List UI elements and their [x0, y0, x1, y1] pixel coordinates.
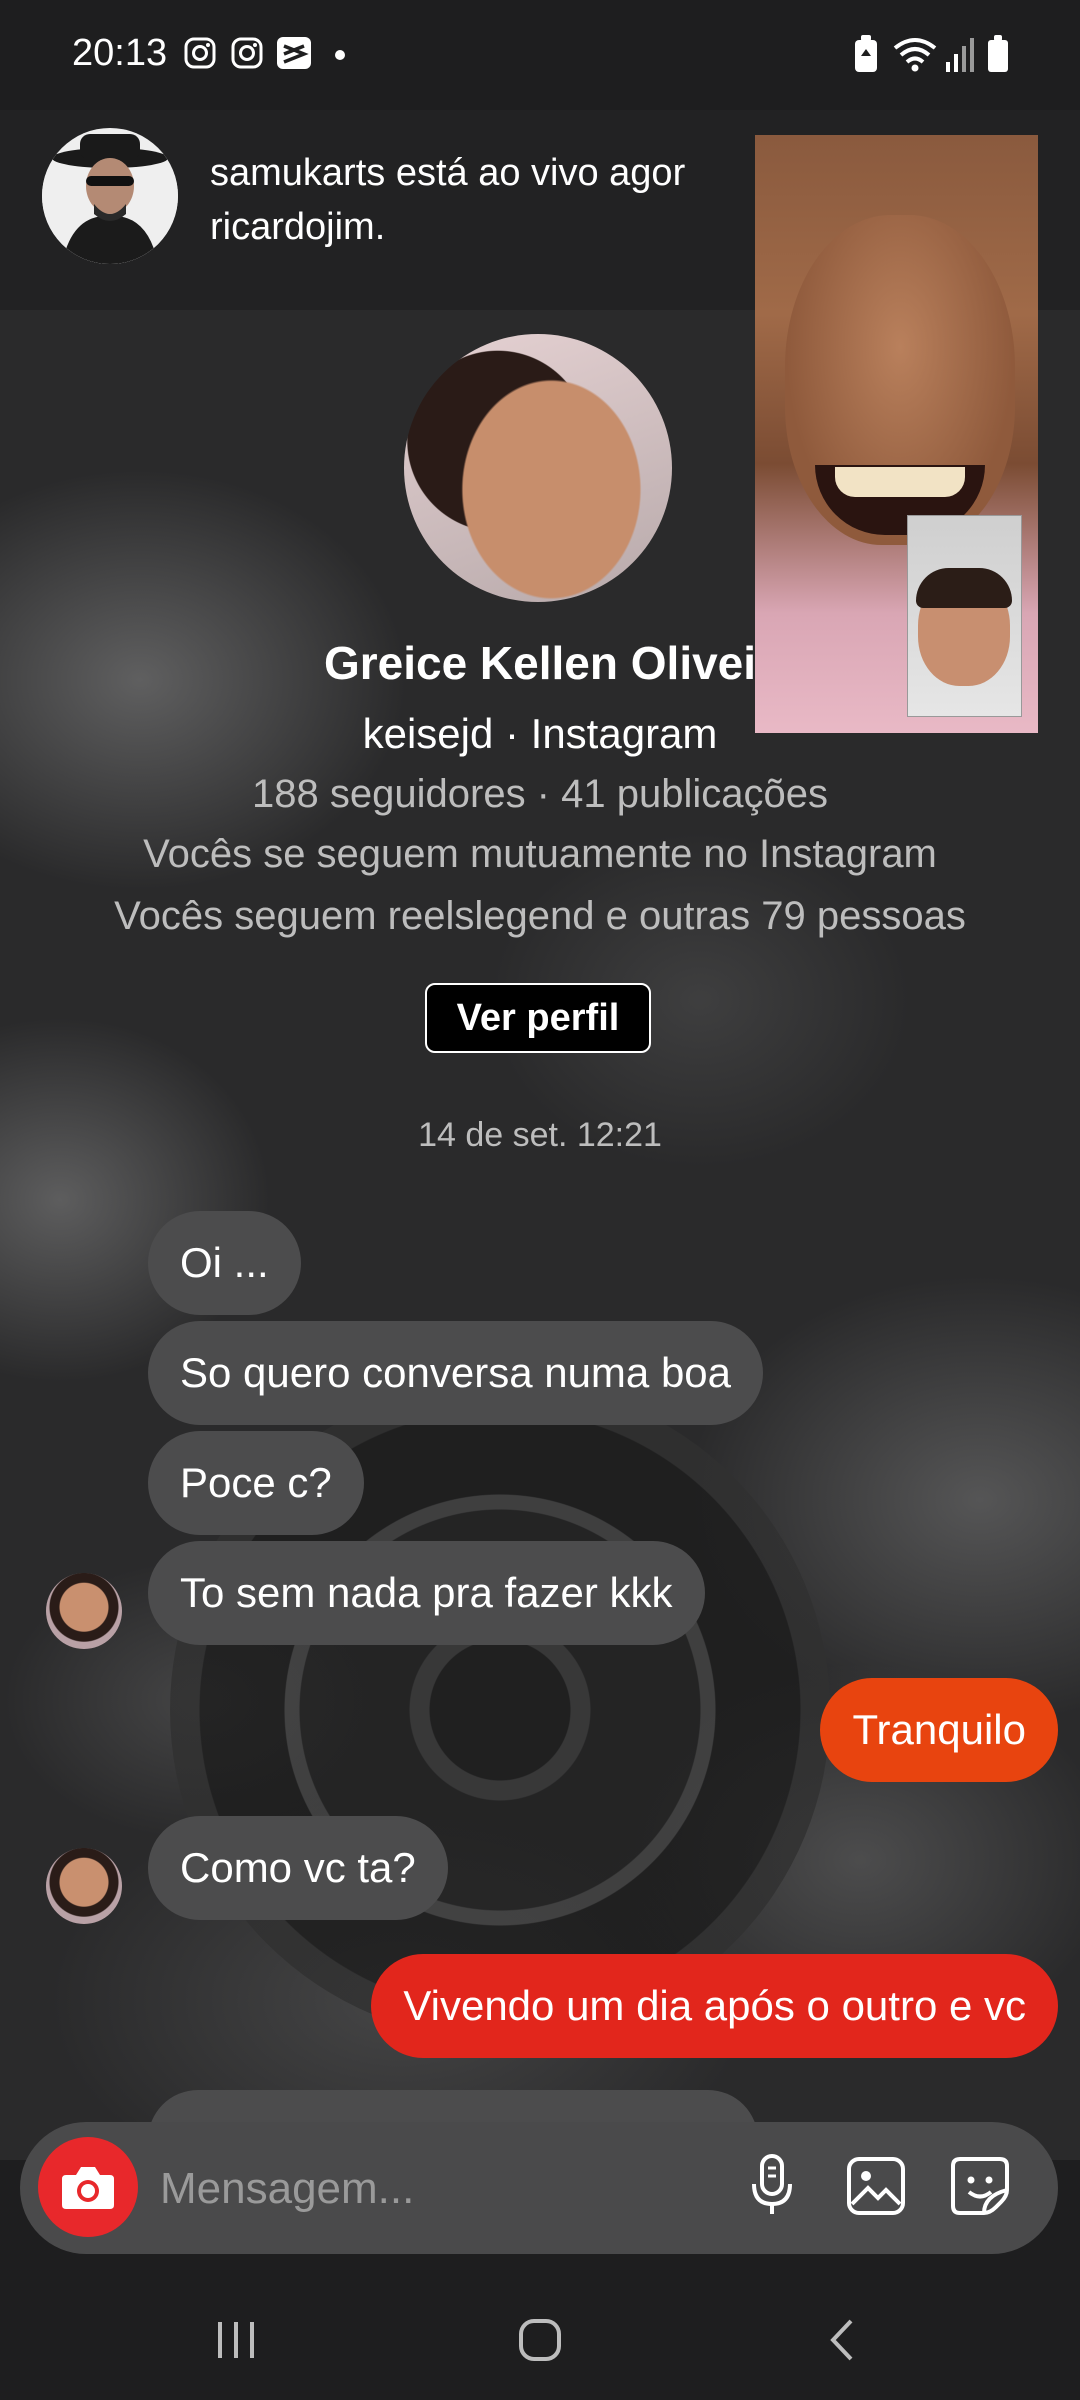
profile-stats: 188 seguidores · 41 publicações [252, 772, 828, 816]
message-bubble-incoming[interactable]: So quero conversa numa boa [148, 1321, 764, 1425]
home-icon[interactable] [500, 2310, 580, 2370]
message-bubble-incoming[interactable]: Como vc ta? [148, 1816, 448, 1920]
message-bubble-incoming[interactable]: To sem nada pra fazer kkk [148, 1541, 705, 1645]
instagram-icon [183, 36, 217, 70]
message-bubble-incoming[interactable]: Poce c? [148, 1431, 364, 1535]
sender-avatar[interactable] [46, 1848, 122, 1924]
message-input[interactable] [158, 2148, 722, 2230]
view-profile-button[interactable]: Ver perfil [425, 983, 651, 1053]
profile-mutual-follow: Vocês se seguem mutuamente no Instagram [143, 832, 937, 876]
notification-line-2: ricardojim. [210, 206, 386, 248]
dot-icon [334, 48, 346, 60]
message-bubble-outgoing[interactable]: Vivendo um dia após o outro e vc [371, 1954, 1058, 2058]
microphone-icon[interactable] [736, 2150, 808, 2222]
message-bubble-outgoing[interactable]: Tranquilo [820, 1678, 1058, 1782]
profile-handle: keisejd · Instagram [362, 710, 718, 757]
status-bar: 20:13 [0, 0, 1080, 110]
wifi-icon [892, 34, 938, 79]
camera-button[interactable] [38, 2137, 138, 2237]
message-timestamp: 14 de set. 12:21 [418, 1116, 662, 1154]
gallery-icon[interactable] [840, 2150, 912, 2222]
notification-line-1: samukarts está ao vivo agor [210, 152, 686, 194]
system-nav-bar [0, 2280, 1080, 2400]
avatar [42, 128, 178, 264]
camera-icon [62, 2167, 114, 2209]
self-video-hair [916, 568, 1012, 608]
battery-icon [986, 34, 1010, 79]
recent-apps-icon[interactable] [196, 2310, 276, 2370]
instagram-icon [230, 36, 264, 70]
sticker-icon[interactable] [944, 2150, 1016, 2222]
signal-icon [944, 34, 976, 79]
capcut-icon [276, 36, 311, 70]
status-time: 20:13 [72, 32, 168, 74]
remote-video-detail [835, 467, 965, 497]
message-bubble-incoming[interactable]: Oi ... [148, 1211, 301, 1315]
sender-avatar[interactable] [46, 1573, 122, 1649]
battery-saver-icon [852, 34, 880, 79]
notification-text: samukarts está ao vivo agor ricardojim. [210, 146, 770, 254]
profile-photo[interactable] [404, 334, 672, 602]
back-icon[interactable] [802, 2310, 882, 2370]
profile-mutual-friends: Vocês seguem reelslegend e outras 79 pes… [114, 894, 966, 938]
profile-name: Greice Kellen Olivei [323, 637, 757, 689]
